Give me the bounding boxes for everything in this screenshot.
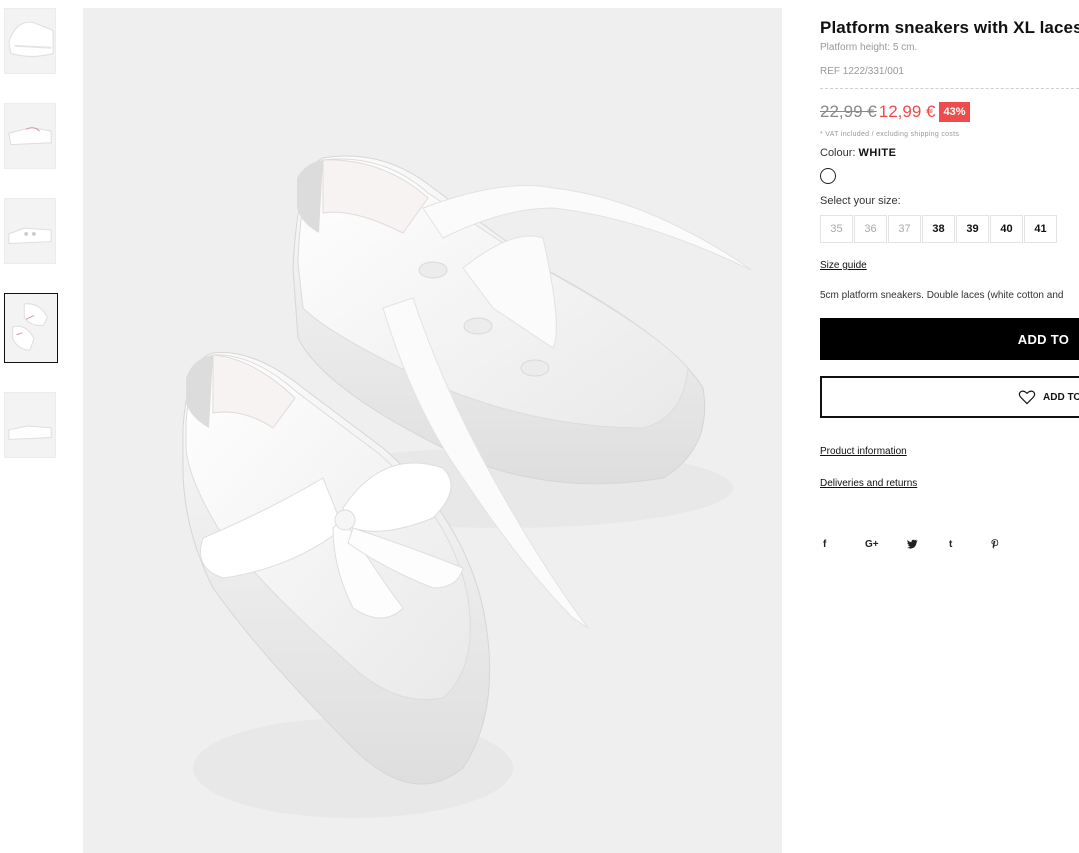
add-to-wishlist-label: ADD TO bbox=[1043, 391, 1079, 403]
size-selector: 35 36 37 38 39 40 41 bbox=[820, 215, 1079, 243]
colour-label: Colour: WHITE bbox=[820, 147, 1079, 159]
sneaker-thumbnail-icon bbox=[5, 199, 55, 263]
google-plus-icon[interactable]: G+ bbox=[865, 539, 907, 552]
add-to-cart-label: ADD TO bbox=[1017, 331, 1070, 347]
size-label: Select your size: bbox=[820, 195, 901, 207]
size-option[interactable]: 38 bbox=[922, 215, 955, 243]
sneaker-thumbnail-icon bbox=[5, 294, 57, 362]
twitter-icon[interactable] bbox=[907, 539, 949, 552]
deliveries-returns-link[interactable]: Deliveries and returns bbox=[820, 478, 917, 489]
product-info-panel: Platform sneakers with XL laces Platform… bbox=[820, 18, 1079, 853]
thumbnail-gallery bbox=[4, 8, 58, 487]
social-share-bar: f G+ t bbox=[823, 539, 1079, 552]
product-description: 5cm platform sneakers. Double laces (whi… bbox=[820, 290, 1064, 301]
sneaker-thumbnail-icon bbox=[5, 104, 55, 168]
product-information-link[interactable]: Product information bbox=[820, 446, 907, 457]
size-option[interactable]: 39 bbox=[956, 215, 989, 243]
heart-icon bbox=[1018, 390, 1036, 405]
size-option[interactable]: 40 bbox=[990, 215, 1023, 243]
sneaker-thumbnail-icon bbox=[5, 393, 55, 457]
vat-note: * VAT included / excluding shipping cost… bbox=[820, 131, 960, 138]
pinterest-icon[interactable] bbox=[991, 539, 1033, 552]
twitter-bird-icon bbox=[907, 539, 918, 549]
main-product-image bbox=[83, 8, 782, 853]
add-to-wishlist-button[interactable]: ADD TO bbox=[820, 376, 1079, 418]
pinterest-p-icon bbox=[991, 539, 999, 549]
sneaker-thumbnail-icon bbox=[5, 9, 55, 73]
add-to-cart-button[interactable]: ADD TO bbox=[820, 318, 1079, 360]
discount-badge: 43% bbox=[939, 102, 970, 122]
thumbnail-5[interactable] bbox=[4, 392, 56, 458]
colour-value: WHITE bbox=[858, 147, 897, 159]
colour-label-text: Colour: bbox=[820, 147, 856, 159]
thumbnail-4[interactable] bbox=[4, 293, 58, 363]
facebook-icon[interactable]: f bbox=[823, 539, 865, 552]
thumbnail-1[interactable] bbox=[4, 8, 56, 74]
size-option[interactable]: 35 bbox=[820, 215, 853, 243]
size-guide-link[interactable]: Size guide bbox=[820, 260, 867, 271]
product-title: Platform sneakers with XL laces bbox=[820, 18, 1079, 37]
thumbnail-3[interactable] bbox=[4, 198, 56, 264]
product-reference: REF 1222/331/001 bbox=[820, 66, 1079, 89]
size-option[interactable]: 37 bbox=[888, 215, 921, 243]
size-option[interactable]: 41 bbox=[1024, 215, 1057, 243]
size-option[interactable]: 36 bbox=[854, 215, 887, 243]
product-subtitle: Platform height: 5 cm. bbox=[820, 42, 918, 53]
sneakers-photo-icon bbox=[83, 8, 782, 853]
tumblr-icon[interactable]: t bbox=[949, 539, 991, 552]
price-row: 22,99 € 12,99 € 43% bbox=[820, 101, 1079, 123]
old-price: 22,99 € bbox=[820, 102, 877, 121]
colour-swatch-white[interactable] bbox=[820, 168, 836, 184]
sale-price: 12,99 € bbox=[878, 102, 936, 121]
thumbnail-2[interactable] bbox=[4, 103, 56, 169]
